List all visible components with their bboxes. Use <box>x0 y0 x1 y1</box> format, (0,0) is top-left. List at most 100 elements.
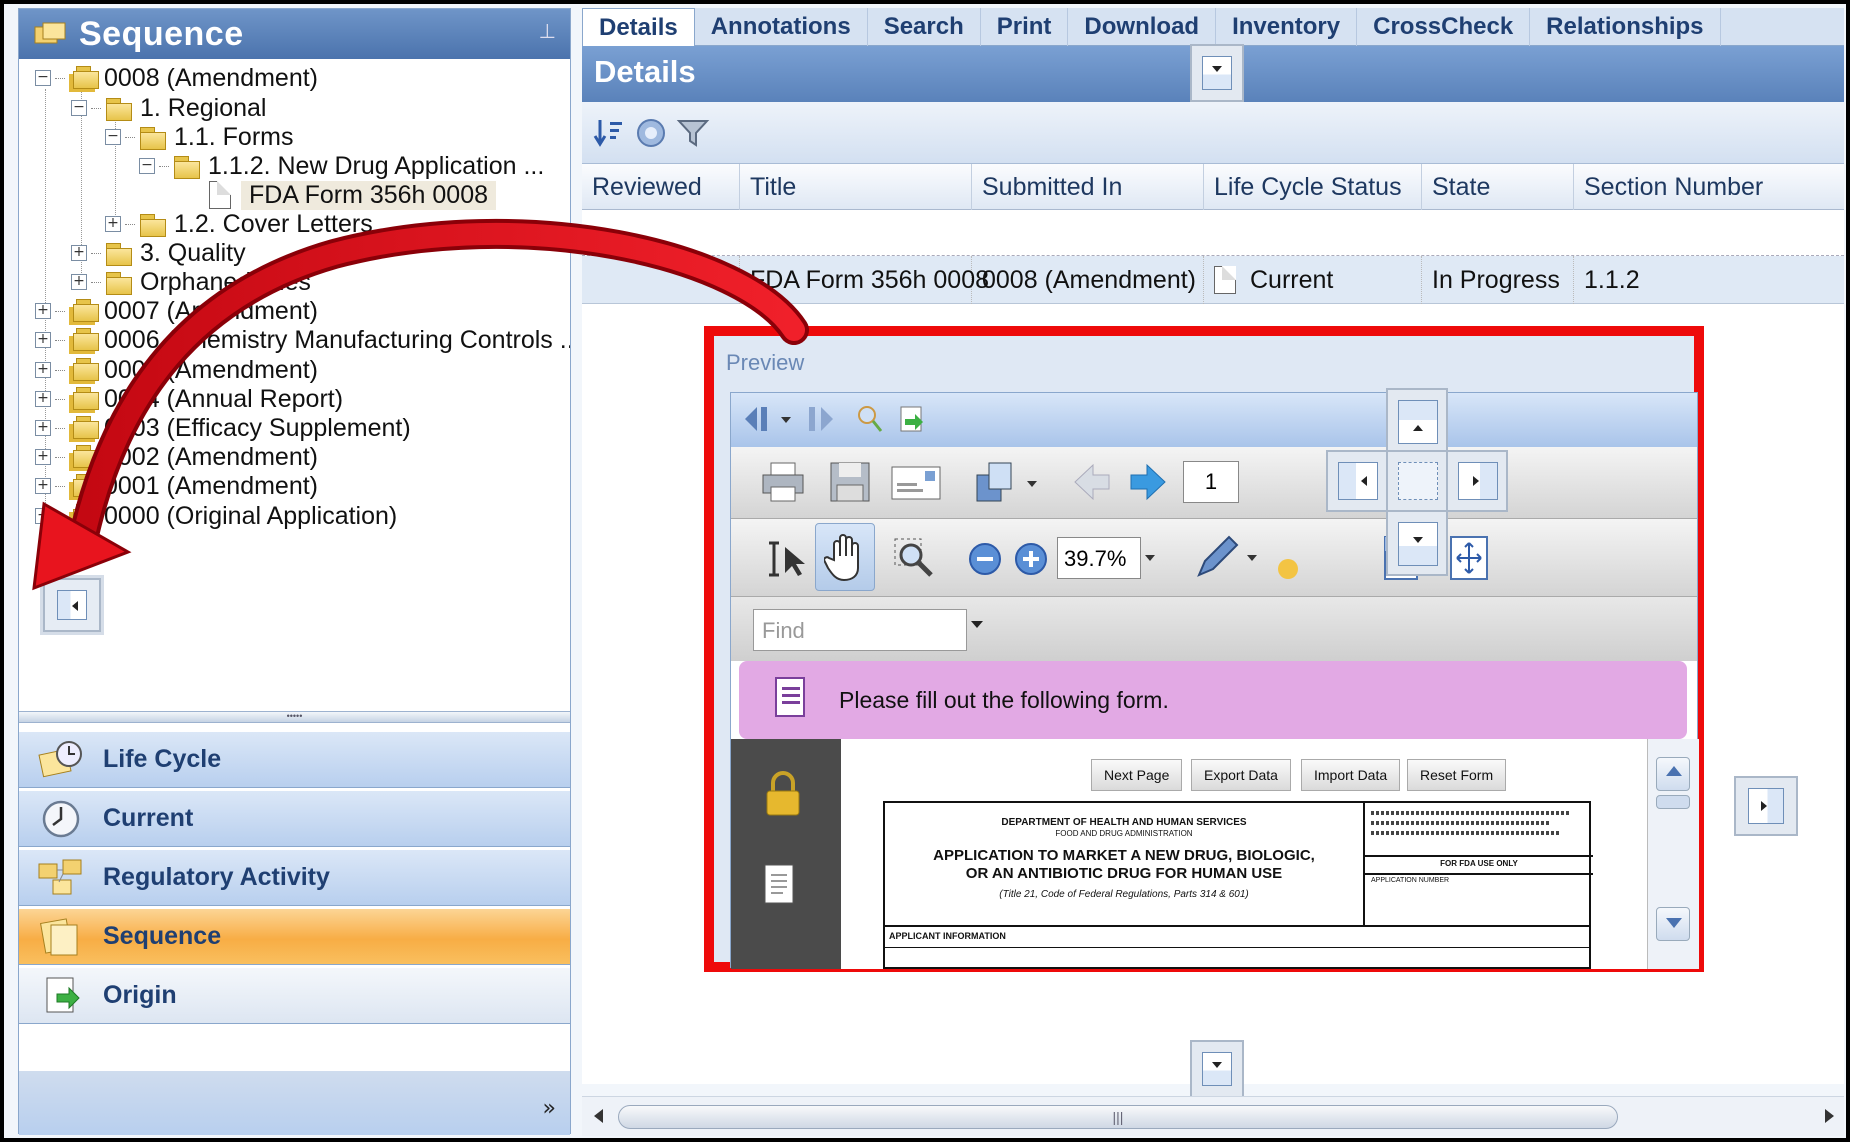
dropdown-icon[interactable] <box>781 417 791 423</box>
sort-icon[interactable] <box>592 116 626 150</box>
chevron-more-icon[interactable]: » <box>543 1096 556 1121</box>
attachment-icon[interactable] <box>973 457 1023 507</box>
find-dropdown-icon[interactable] <box>971 621 983 628</box>
tree-node-0006[interactable]: + 0006 (Chemistry Manufacturing Controls… <box>35 323 570 357</box>
highlight-icon[interactable] <box>1271 549 1305 583</box>
lock-icon[interactable] <box>761 769 805 819</box>
panel-title: Sequence <box>79 15 244 53</box>
expand-icon[interactable]: + <box>35 508 51 524</box>
expand-icon[interactable]: + <box>35 303 51 319</box>
marquee-zoom-icon[interactable] <box>891 535 937 581</box>
dock-top-guide[interactable] <box>1190 44 1244 102</box>
expand-icon[interactable]: + <box>35 391 51 407</box>
expand-icon[interactable]: + <box>71 245 87 261</box>
import-data-button[interactable]: Import Data <box>1301 759 1401 791</box>
expand-icon[interactable]: + <box>35 449 51 465</box>
prev-page-icon[interactable] <box>1071 461 1113 503</box>
dock-compass-bottom[interactable] <box>1386 510 1448 576</box>
collapse-icon[interactable]: − <box>139 158 155 174</box>
dock-compass-center[interactable] <box>1386 450 1448 512</box>
table-row[interactable]: FDA Form 356h 0008 0008 (Amendment) Curr… <box>582 256 1844 304</box>
tab-relationships[interactable]: Relationships <box>1530 8 1721 46</box>
tab-details[interactable]: Details <box>582 8 695 46</box>
help-icon[interactable] <box>634 116 668 150</box>
page-number-input[interactable]: 1 <box>1183 461 1239 503</box>
dropdown-icon[interactable] <box>1247 555 1257 561</box>
zoom-level-input[interactable]: 39.7% <box>1057 537 1141 579</box>
tab-download[interactable]: Download <box>1068 8 1217 46</box>
column-submitted-in[interactable]: Submitted In <box>972 164 1204 210</box>
export-data-button[interactable]: Export Data <box>1191 759 1291 791</box>
pin-icon[interactable]: ⊥ <box>539 19 556 44</box>
scroll-left-icon[interactable] <box>594 1109 603 1123</box>
nav-current[interactable]: Current <box>19 790 570 847</box>
column-section-number[interactable]: Section Number <box>1574 164 1814 210</box>
dock-compass-top[interactable] <box>1386 388 1448 454</box>
tab-crosscheck[interactable]: CrossCheck <box>1357 8 1531 46</box>
nav-regulatory-activity[interactable]: Regulatory Activity <box>19 849 570 906</box>
tab-print[interactable]: Print <box>981 8 1069 46</box>
zoom-out-icon[interactable] <box>967 541 1003 577</box>
nav-sequence[interactable]: Sequence <box>19 908 570 965</box>
panel-splitter[interactable]: ••••• <box>19 711 570 723</box>
expand-icon[interactable]: + <box>35 420 51 436</box>
dock-bottom-guide[interactable] <box>1190 1040 1244 1098</box>
expand-icon[interactable]: + <box>71 274 87 290</box>
reset-form-button[interactable]: Reset Form <box>1407 759 1507 791</box>
grid-filter-row[interactable] <box>582 210 1844 256</box>
next-page-button[interactable]: Next Page <box>1091 759 1183 791</box>
dock-down-icon <box>1202 56 1232 90</box>
fit-page-icon[interactable] <box>1447 533 1491 583</box>
tab-inventory[interactable]: Inventory <box>1216 8 1358 46</box>
scroll-up-button[interactable] <box>1656 757 1690 791</box>
email-icon[interactable] <box>889 463 943 503</box>
dock-left-button[interactable] <box>43 578 101 632</box>
back-icon[interactable] <box>741 403 775 435</box>
export-icon[interactable] <box>897 403 927 435</box>
dock-compass-left[interactable] <box>1326 450 1388 512</box>
collapse-icon[interactable]: − <box>105 129 121 145</box>
find-input[interactable]: Find <box>753 609 967 651</box>
cell-reviewed[interactable] <box>582 256 740 304</box>
dock-right-guide[interactable] <box>1734 776 1798 836</box>
expand-icon[interactable]: + <box>105 216 121 232</box>
filter-icon[interactable] <box>676 116 710 150</box>
column-state[interactable]: State <box>1422 164 1574 210</box>
find-icon[interactable] <box>855 403 885 435</box>
dropdown-icon[interactable] <box>1027 481 1037 487</box>
print-icon[interactable] <box>759 459 807 505</box>
form-icon <box>775 677 805 717</box>
pen-icon[interactable] <box>1191 533 1241 583</box>
save-icon[interactable] <box>827 459 873 505</box>
expand-icon[interactable]: + <box>35 332 51 348</box>
tree-node-label: 0003 (Efficacy Supplement) <box>104 413 411 442</box>
scroll-thumb[interactable]: ||| <box>618 1105 1618 1129</box>
column-life-cycle-status[interactable]: Life Cycle Status <box>1204 164 1422 210</box>
tab-annotations[interactable]: Annotations <box>695 8 868 46</box>
viewer-scrollbar[interactable] <box>1647 739 1699 969</box>
expand-icon[interactable]: + <box>35 478 51 494</box>
column-reviewed[interactable]: Reviewed <box>582 164 740 210</box>
dock-compass-right[interactable] <box>1446 450 1508 512</box>
scroll-right-icon[interactable] <box>1825 1109 1834 1123</box>
forward-icon[interactable] <box>803 403 837 435</box>
zoom-in-icon[interactable] <box>1013 541 1049 577</box>
tree-node-0008[interactable]: − 0008 (Amendment) <box>35 61 318 95</box>
tree-node-0000[interactable]: + 0000 (Original Application) <box>35 499 397 533</box>
scroll-thumb[interactable] <box>1656 795 1690 809</box>
next-page-icon[interactable] <box>1127 461 1169 503</box>
expand-icon[interactable]: + <box>35 362 51 378</box>
nav-life-cycle[interactable]: Life Cycle <box>19 731 570 788</box>
tree-node-0001[interactable]: + 0001 (Amendment) <box>35 469 318 503</box>
collapse-icon[interactable]: − <box>71 100 87 116</box>
tab-search[interactable]: Search <box>868 8 981 46</box>
select-text-icon[interactable] <box>761 537 807 581</box>
collapse-icon[interactable]: − <box>35 70 51 86</box>
column-title[interactable]: Title <box>740 164 972 210</box>
scroll-down-button[interactable] <box>1656 907 1690 941</box>
pages-icon[interactable] <box>761 861 801 909</box>
nav-origin[interactable]: Origin <box>19 967 570 1024</box>
hand-tool-button[interactable] <box>815 523 875 591</box>
dropdown-icon[interactable] <box>1145 555 1155 561</box>
horizontal-scrollbar[interactable]: ||| <box>582 1096 1844 1136</box>
